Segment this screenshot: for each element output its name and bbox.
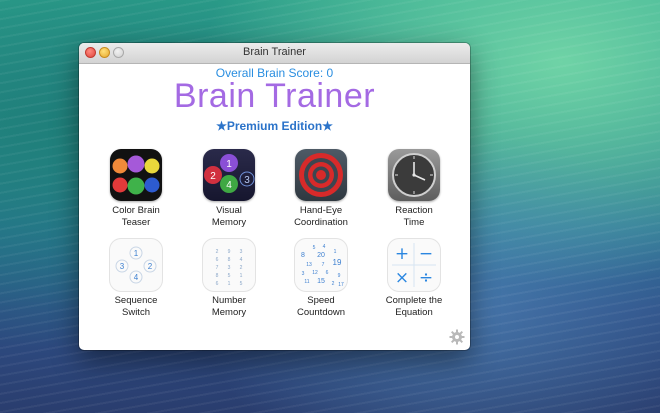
svg-text:7: 7 [216, 265, 219, 271]
svg-text:4: 4 [226, 180, 232, 191]
svg-text:4: 4 [134, 273, 139, 282]
svg-text:4: 4 [323, 244, 326, 250]
svg-text:9: 9 [338, 273, 341, 279]
svg-text:1: 1 [226, 159, 232, 170]
svg-text:11: 11 [304, 279, 309, 285]
svg-text:3: 3 [228, 265, 231, 271]
svg-text:20: 20 [317, 252, 325, 259]
app-window: Brain Trainer Overall Brain Score: 0 Bra… [79, 43, 470, 350]
svg-text:6: 6 [216, 257, 219, 263]
svg-text:9: 9 [228, 249, 231, 255]
svg-text:19: 19 [333, 258, 342, 267]
svg-text:13: 13 [306, 262, 312, 268]
app-title: Brain Trainer [173, 77, 376, 115]
clock-icon [388, 149, 440, 201]
svg-text:1: 1 [134, 249, 139, 258]
game-number-memory[interactable]: 2 9 3 6 8 4 7 3 2 8 5 1 6 1 5 Number Mem… [184, 239, 274, 319]
math-operators-icon: + − × ÷ [388, 239, 440, 291]
svg-text:3: 3 [240, 249, 243, 255]
numbered-circles-icon: 1 2 4 3 [203, 149, 255, 201]
svg-text:÷: ÷ [419, 268, 433, 288]
svg-text:2: 2 [240, 265, 243, 271]
svg-text:5: 5 [240, 281, 243, 287]
svg-text:1: 1 [334, 249, 337, 255]
svg-text:8: 8 [301, 252, 305, 259]
game-speed-countdown[interactable]: 5 4 8 20 1 13 7 19 3 12 6 9 11 15 2 17 S… [276, 239, 366, 319]
svg-text:12: 12 [312, 270, 318, 276]
color-circles-icon [110, 149, 162, 201]
svg-text:6: 6 [216, 281, 219, 287]
svg-text:8: 8 [228, 257, 231, 263]
svg-text:8: 8 [216, 273, 219, 279]
svg-text:+: + [395, 244, 409, 264]
target-icon [295, 149, 347, 201]
svg-text:17: 17 [338, 282, 344, 288]
scattered-numbers-icon: 5 4 8 20 1 13 7 19 3 12 6 9 11 15 2 17 [295, 239, 347, 291]
game-reaction-time[interactable]: Reaction Time [369, 149, 459, 229]
game-sequence-switch[interactable]: 1 3 2 4 Sequence Switch [91, 239, 181, 319]
svg-text:6: 6 [326, 270, 329, 276]
svg-text:15: 15 [317, 278, 325, 285]
svg-text:1: 1 [228, 281, 231, 287]
game-visual-memory[interactable]: 1 2 4 3 Visual Memory [184, 149, 274, 229]
svg-text:7: 7 [322, 262, 325, 268]
settings-gear-icon[interactable] [449, 329, 465, 345]
svg-text:×: × [395, 268, 409, 288]
number-grid-icon: 2 9 3 6 8 4 7 3 2 8 5 1 6 1 5 [203, 239, 255, 291]
game-complete-the-equation[interactable]: + − × ÷ Complete the Equation [369, 239, 459, 319]
game-hand-eye-coordination[interactable]: Hand-Eye Coordination [276, 149, 366, 229]
svg-text:2: 2 [148, 262, 153, 271]
sequence-icon: 1 3 2 4 [110, 239, 162, 291]
svg-text:4: 4 [240, 257, 243, 263]
window-title: Brain Trainer [243, 46, 306, 58]
svg-text:2: 2 [216, 249, 219, 255]
game-color-brain-teaser[interactable]: Color Brain Teaser [91, 149, 181, 229]
svg-text:2: 2 [210, 171, 216, 182]
svg-text:2: 2 [332, 281, 335, 287]
svg-text:1: 1 [240, 273, 243, 279]
edition-label: ★Premium Edition★ [216, 119, 333, 133]
svg-text:3: 3 [244, 175, 250, 186]
svg-text:5: 5 [228, 273, 231, 279]
svg-text:3: 3 [302, 271, 305, 277]
svg-text:3: 3 [120, 262, 125, 271]
svg-text:5: 5 [313, 245, 316, 251]
title-bar: Brain Trainer [79, 43, 470, 64]
svg-text:−: − [419, 244, 433, 264]
